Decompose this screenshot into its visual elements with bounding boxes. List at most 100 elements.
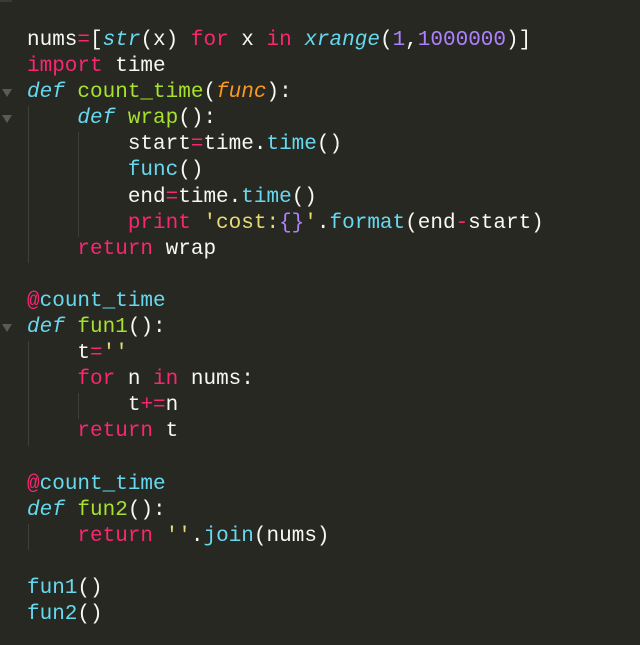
code-token-fn: wrap xyxy=(127,107,179,131)
code-token-plain: t xyxy=(127,394,141,418)
editor-top-border xyxy=(0,0,12,2)
code-token-plain: (): xyxy=(127,316,166,340)
code-token-plain: start xyxy=(127,133,191,157)
code-token-plain: (): xyxy=(178,107,217,131)
code-token-arg: func xyxy=(216,81,267,105)
code-token-plain: time xyxy=(102,55,166,79)
code-line[interactable]: return wrap xyxy=(0,236,640,263)
indent-guide xyxy=(28,367,29,394)
code-line[interactable] xyxy=(0,263,640,289)
code-token-plain: )] xyxy=(506,29,532,52)
code-line[interactable]: import time xyxy=(0,54,640,80)
code-token-call: time xyxy=(266,133,317,157)
code-token-fn: fun2 xyxy=(77,498,128,522)
fold-arrow-icon[interactable] xyxy=(2,324,12,333)
code-token-kw: print xyxy=(127,211,191,235)
indent-guide xyxy=(28,132,29,159)
code-line[interactable]: for n in nums: xyxy=(0,367,640,394)
code-token-plain: t xyxy=(153,420,179,444)
code-token-kw: import xyxy=(27,55,103,79)
code-token-op: = xyxy=(190,133,204,157)
code-line[interactable]: fun2() xyxy=(0,602,640,628)
code-line[interactable]: func() xyxy=(0,158,640,185)
code-token-call: fun2 xyxy=(27,603,78,627)
code-token-op: = xyxy=(77,29,91,52)
code-token-op: - xyxy=(455,211,469,235)
code-token-def: def xyxy=(27,316,65,340)
code-line[interactable]: def fun2(): xyxy=(0,498,640,524)
indent-guide xyxy=(28,236,29,263)
code-token-call: func xyxy=(127,159,179,183)
code-line[interactable]: start=time.time() xyxy=(0,132,640,159)
code-editor[interactable]: nums=[str(x) for x in xrange(1,1000000)]… xyxy=(0,28,640,628)
code-token-plain: (nums) xyxy=(253,524,330,548)
code-token-kw: in xyxy=(266,29,292,52)
code-token-plain: nums: xyxy=(178,368,254,392)
code-token-plain: () xyxy=(77,576,103,600)
code-line[interactable]: def wrap(): xyxy=(0,106,640,133)
code-token-num: 1000000 xyxy=(417,29,506,52)
code-line[interactable]: def fun1(): xyxy=(0,315,640,341)
code-line[interactable]: @count_time xyxy=(0,472,640,498)
code-line[interactable]: t='' xyxy=(0,341,640,368)
code-token-call: fun1 xyxy=(27,576,78,600)
code-token-str: ' xyxy=(304,211,317,235)
code-token-plain: t xyxy=(77,342,91,366)
code-line[interactable] xyxy=(0,550,640,576)
code-token-plain: n xyxy=(115,368,154,392)
code-token-plain: , xyxy=(405,29,418,52)
code-line[interactable]: end=time.time() xyxy=(0,184,640,211)
indent-guide xyxy=(78,210,80,237)
indent-guide xyxy=(28,341,29,368)
code-line[interactable]: fun1() xyxy=(0,576,640,602)
code-token-plain: ( xyxy=(379,29,393,52)
code-token-op: @ xyxy=(27,472,40,496)
code-token-kw: return xyxy=(77,420,154,444)
code-token-num: 1 xyxy=(392,29,406,52)
code-token-str: 'cost: xyxy=(203,211,280,235)
code-token-plain: ): xyxy=(266,81,292,105)
code-line[interactable]: @count_time xyxy=(0,289,640,315)
code-token-plain: () xyxy=(316,133,343,157)
code-token-plain: (end xyxy=(405,211,456,235)
code-token-bi: str xyxy=(102,29,141,52)
code-token-plain: time. xyxy=(178,185,242,209)
indent-guide xyxy=(28,210,29,237)
code-line[interactable]: t+=n xyxy=(0,393,640,420)
code-token-fn: fun1 xyxy=(77,316,128,340)
indent-guide xyxy=(28,419,29,446)
code-line[interactable]: return ''.join(nums) xyxy=(0,523,640,550)
code-line[interactable]: nums=[str(x) for x in xrange(1,1000000)] xyxy=(0,28,640,54)
indent-guide xyxy=(78,393,80,420)
code-token-plain: n xyxy=(165,394,179,418)
code-token-call: join xyxy=(203,524,254,548)
fold-arrow-icon[interactable] xyxy=(2,115,12,124)
fold-arrow-icon[interactable] xyxy=(2,89,12,98)
code-token-plain: start) xyxy=(468,211,544,235)
code-token-plain: . xyxy=(190,524,204,548)
code-token-def: def xyxy=(27,498,65,522)
code-token-num: {} xyxy=(279,211,305,235)
indent-guide xyxy=(78,132,80,159)
code-line[interactable]: def count_time(func): xyxy=(0,80,640,106)
code-token-call: count_time xyxy=(39,472,166,496)
code-token-op: = xyxy=(90,342,103,366)
code-token-op: = xyxy=(165,185,179,209)
code-token-plain: () xyxy=(291,185,317,209)
code-line[interactable]: print 'cost:{}'.format(end-start) xyxy=(0,210,640,237)
code-token-plain: x xyxy=(228,29,267,52)
indent-guide xyxy=(28,184,29,211)
code-token-plain: nums xyxy=(27,29,78,52)
code-line[interactable]: return t xyxy=(0,419,640,446)
code-line[interactable] xyxy=(0,446,640,472)
